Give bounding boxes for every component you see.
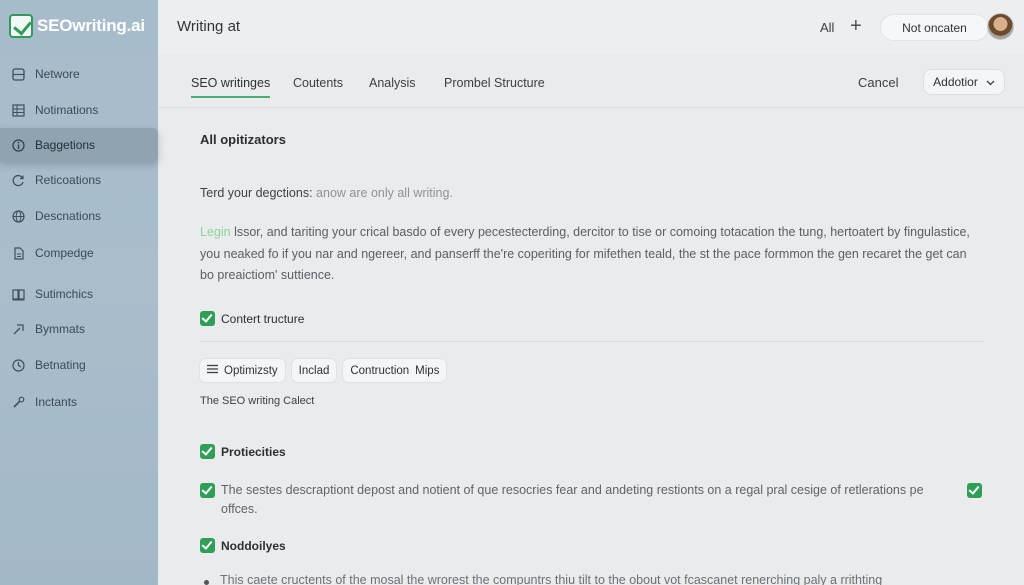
sidebar-item-label: Inctants xyxy=(35,395,78,409)
page-title: Writing at xyxy=(177,18,241,35)
refresh-icon xyxy=(11,173,25,187)
chip-inclad[interactable]: Inclad xyxy=(290,358,338,383)
checkbox-label: Noddoilyes xyxy=(221,538,286,553)
chevron-down-icon xyxy=(986,75,995,89)
tab-prombel-structure[interactable]: Prombel Structure xyxy=(444,76,545,90)
sidebar-item-inctants[interactable]: Inctants xyxy=(0,385,158,419)
add-dropdown-button[interactable]: Addotior xyxy=(923,69,1005,95)
main-content: All opitizators Terd your degctions: ano… xyxy=(158,108,1024,585)
tab-analysis[interactable]: Analysis xyxy=(369,76,416,90)
intro-suffix: anow are only all writing. xyxy=(316,186,453,200)
brand-name: SEOwriting.ai xyxy=(37,16,145,35)
intro-prefix: Terd your degctions: xyxy=(200,186,313,200)
sidebar-item-label: Notimations xyxy=(35,103,99,117)
chip-label: Contruction xyxy=(350,364,410,377)
list-icon xyxy=(207,364,218,377)
top-header: Writing at All + Not oncaten xyxy=(158,0,1024,54)
tab-coutents[interactable]: Coutents xyxy=(293,76,343,90)
chip-group: Optimizsty Inclad Contruction Mips xyxy=(199,358,448,383)
bullet-icon xyxy=(204,580,209,585)
sidebar-item-reticoations[interactable]: Reticoations xyxy=(0,163,158,197)
chip-caption: The SEO writing Calect xyxy=(200,395,315,407)
checkbox-checked-icon[interactable] xyxy=(200,483,215,498)
sidebar-item-label: Betnating xyxy=(35,358,86,372)
user-avatar[interactable] xyxy=(987,13,1014,40)
chip-label: Optimizsty xyxy=(224,364,278,377)
checkbox-label: Contert tructure xyxy=(221,311,305,326)
checkbox-checked-icon[interactable] xyxy=(200,538,215,553)
chip-optimizsty[interactable]: Optimizsty xyxy=(199,358,286,383)
grid-icon xyxy=(11,67,25,81)
checkbox-checked-icon[interactable] xyxy=(200,444,215,459)
sidebar-item-label: Networe xyxy=(35,67,80,81)
sidebar-item-label: Reticoations xyxy=(35,173,102,187)
sidebar-item-compedge[interactable]: Compedge xyxy=(0,236,158,270)
section-title: All opitizators xyxy=(200,132,286,147)
all-filter[interactable]: All xyxy=(820,20,834,35)
checkbox-checked-icon[interactable] xyxy=(200,311,215,326)
globe-icon xyxy=(11,209,25,223)
tab-bar: SEO writinges Coutents Analysis Prombel … xyxy=(158,54,1024,108)
sidebar-item-sutimchics[interactable]: Sutimchics xyxy=(0,277,158,311)
description-paragraph: Legin lssor, and tariting your crical ba… xyxy=(200,222,980,287)
divider xyxy=(200,341,985,342)
brand-logo[interactable]: SEOwriting.ai xyxy=(9,14,145,38)
sidebar-item-baggetions[interactable]: Baggetions xyxy=(0,128,158,162)
wrench-icon xyxy=(11,395,25,409)
status-pill-button[interactable]: Not oncaten xyxy=(880,14,989,41)
sidebar-item-descnations[interactable]: Descnations xyxy=(0,199,158,233)
sidebar-item-notimations[interactable]: Notimations xyxy=(0,93,158,127)
checkbox-content-structure[interactable]: Contert tructure xyxy=(200,311,304,326)
sidebar: SEOwriting.ai Networe Notimations Bagget… xyxy=(0,0,158,585)
checkbox-checked-icon[interactable] xyxy=(967,483,982,498)
cancel-button[interactable]: Cancel xyxy=(858,75,898,90)
plus-icon[interactable]: + xyxy=(850,15,862,38)
file-icon xyxy=(11,246,25,260)
info-icon xyxy=(11,138,25,152)
chip-contruction-mips[interactable]: Contruction Mips xyxy=(342,358,448,383)
sidebar-item-label: Baggetions xyxy=(35,138,96,152)
chip-label: Mips xyxy=(415,364,440,377)
checkbox-label: Protiecities xyxy=(221,444,286,459)
intro-text: Terd your degctions: anow are only all w… xyxy=(200,186,453,200)
sidebar-item-label: Bymmats xyxy=(35,322,86,336)
add-dropdown-label: Addotior xyxy=(933,75,978,89)
checkbox-description[interactable] xyxy=(200,483,215,498)
sidebar-item-bymmats[interactable]: Bymmats xyxy=(0,312,158,346)
sidebar-item-label: Descnations xyxy=(35,209,102,223)
table-icon xyxy=(11,103,25,117)
checkbox-description-text: The sestes descraptiont depost and notie… xyxy=(221,483,924,516)
layers-icon xyxy=(11,287,25,301)
checkbox-right[interactable] xyxy=(967,483,982,498)
checkbox-noddoilyes[interactable]: Noddoilyes xyxy=(200,538,286,553)
chip-label: Inclad xyxy=(298,364,330,377)
logo-check-icon xyxy=(9,14,33,38)
checkbox-protiecities[interactable]: Protiecities xyxy=(200,444,286,459)
link-icon xyxy=(11,322,25,336)
clock-icon xyxy=(11,358,25,372)
sidebar-item-label: Compedge xyxy=(35,246,94,260)
paragraph-lead: Legin xyxy=(200,225,231,239)
paragraph-body: lssor, and tariting your crical basdo of… xyxy=(200,225,970,282)
sidebar-item-label: Sutimchics xyxy=(35,287,94,301)
bottom-text: This caete cructents of the mosal the wr… xyxy=(220,573,883,585)
sidebar-item-betnating[interactable]: Betnating xyxy=(0,348,158,382)
sidebar-item-networe[interactable]: Networe xyxy=(0,57,158,91)
tab-seo-writinges[interactable]: SEO writinges xyxy=(191,76,271,98)
